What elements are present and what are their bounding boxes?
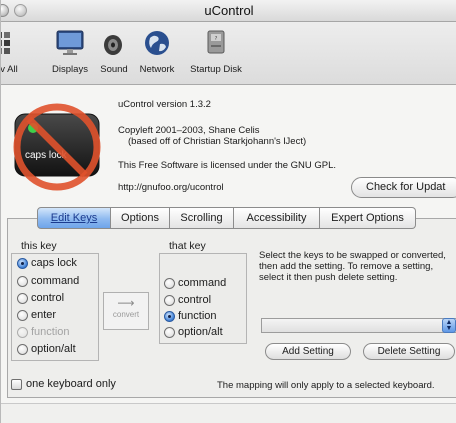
copyleft-text: Copyleft 2001–2003, Shane Celis [118, 125, 260, 136]
radio-unselected [164, 277, 175, 289]
toolbar-show-all[interactable]: v All [0, 28, 29, 75]
url-text[interactable]: http://gnufoo.org/ucontrol [118, 182, 224, 193]
license-text: This Free Software is licensed under the… [118, 160, 337, 171]
toolbar-displays[interactable]: Displays [45, 28, 95, 75]
toolbar-sound[interactable]: Sound [97, 28, 131, 75]
check-for-updates-button[interactable]: Check for Updat [351, 177, 456, 198]
radio-label: control [31, 292, 65, 304]
mapping-note: The mapping will only apply to a selecte… [217, 380, 435, 391]
version-text: uControl version 1.3.2 [118, 99, 211, 110]
preferences-window: uControl v All Displays Sound Network ? … [0, 0, 456, 423]
this-key-control[interactable]: control [17, 292, 64, 304]
toolbar-label: Network [139, 64, 175, 75]
popup-arrows-icon: ▲ ▼ [442, 318, 456, 333]
radio-selected [164, 310, 175, 322]
radio-label: caps lock [31, 257, 77, 269]
instructions-text: Select the keys to be swapped or convert… [259, 250, 446, 283]
radio-unselected [164, 326, 175, 338]
toolbar-label: Sound [100, 64, 128, 75]
mapping-popup-value [262, 324, 266, 335]
radio-label: command [178, 277, 227, 289]
title-bar: uControl [1, 0, 456, 22]
convert-label: convert [112, 310, 140, 319]
app-logo: caps lock [7, 100, 111, 196]
that-key-command[interactable]: command [164, 277, 226, 289]
tab-edit-keys[interactable]: Edit Keys [37, 207, 111, 229]
window-bottom-bar [1, 403, 456, 423]
display-icon [55, 28, 85, 58]
this-key-group: caps lock command control enter function… [11, 253, 99, 361]
convert-button[interactable]: ⟶ convert [103, 292, 149, 330]
radio-label: control [178, 294, 212, 306]
mapping-popup[interactable]: ▲ ▼ [261, 318, 456, 333]
toolbar: v All Displays Sound Network ? Startup D… [1, 22, 456, 85]
radio-unselected [17, 292, 28, 304]
radio-label: function [178, 310, 217, 322]
radio-unselected [17, 309, 28, 321]
this-key-command[interactable]: command [17, 275, 79, 287]
disk-icon: ? [201, 28, 231, 58]
toolbar-startup-disk[interactable]: ? Startup Disk [183, 28, 249, 75]
speaker-icon [99, 28, 129, 58]
radio-selected [17, 257, 28, 269]
radio-label: command [31, 275, 80, 287]
radio-unselected [164, 294, 175, 306]
that-key-option-alt[interactable]: option/alt [164, 326, 223, 338]
this-key-caps-lock[interactable]: caps lock [17, 257, 77, 269]
this-key-enter[interactable]: enter [17, 309, 56, 321]
that-key-function[interactable]: function [164, 310, 217, 322]
toolbar-label: Displays [52, 64, 88, 75]
radio-label: option/alt [31, 343, 76, 355]
svg-text:?: ? [215, 36, 218, 42]
this-key-function: function [17, 326, 70, 338]
radio-label: option/alt [178, 326, 223, 338]
window-title: uControl [204, 3, 254, 18]
add-setting-button[interactable]: Add Setting [265, 343, 351, 360]
tab-expert-options[interactable]: Expert Options [320, 207, 416, 229]
grid-icon [1, 28, 24, 58]
radio-label: enter [31, 309, 57, 321]
right-arrow-icon: ⟶ [117, 296, 135, 310]
tab-options[interactable]: Options [111, 207, 170, 229]
checkbox-label: one keyboard only [26, 378, 116, 390]
toolbar-label: v All [0, 64, 18, 75]
delete-setting-button[interactable]: Delete Setting [363, 343, 455, 360]
radio-label: function [31, 326, 70, 338]
this-key-option-alt[interactable]: option/alt [17, 343, 76, 355]
this-key-label: this key [21, 240, 57, 252]
radio-unselected [17, 343, 28, 355]
that-key-group: command control function option/alt [159, 253, 247, 344]
one-keyboard-only-checkbox[interactable]: one keyboard only [11, 378, 116, 390]
toolbar-network[interactable]: Network [135, 28, 179, 75]
toolbar-label: Startup Disk [190, 64, 242, 75]
radio-unselected [17, 326, 28, 338]
that-key-label: that key [169, 240, 206, 252]
checkbox-box [11, 378, 22, 390]
tab-bar: Edit Keys Options Scrolling Accessibilit… [37, 207, 416, 229]
tab-scrolling[interactable]: Scrolling [170, 207, 234, 229]
that-key-control[interactable]: control [164, 294, 211, 306]
tab-accessibility[interactable]: Accessibility [234, 207, 320, 229]
based-on-text: (based off of Christian Starkjohann's Ĳe… [128, 136, 307, 147]
globe-icon [142, 28, 172, 58]
radio-unselected [17, 275, 28, 287]
